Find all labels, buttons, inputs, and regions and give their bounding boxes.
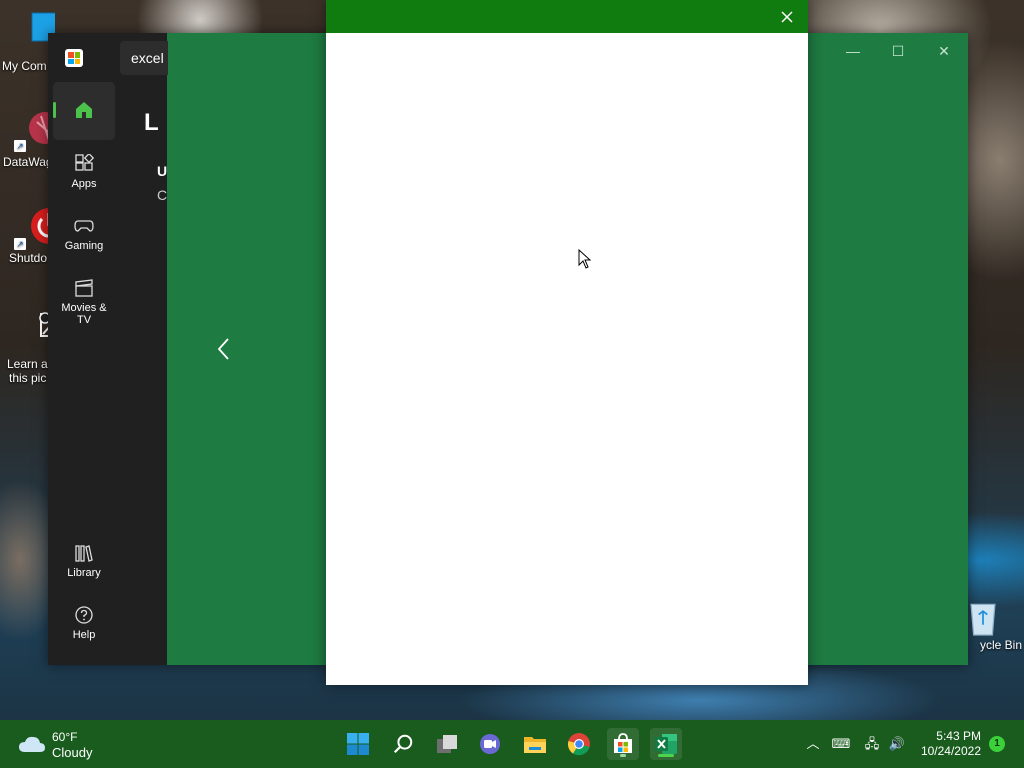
teams-chat-button[interactable] [474, 728, 506, 760]
nav-item-label: Movies & TV [61, 302, 107, 326]
task-view-button[interactable] [431, 728, 463, 760]
nav-item-label: Library [67, 567, 101, 579]
maximize-icon[interactable]: ☐ [888, 41, 908, 61]
ms-store-icon [614, 733, 632, 753]
clapperboard-icon [75, 279, 93, 297]
store-page-title: L [144, 109, 159, 136]
clock-time: 5:43 PM [936, 729, 981, 743]
store-section-heading: U [157, 163, 168, 179]
nav-active-indicator [53, 102, 56, 118]
file-explorer-icon [524, 737, 546, 753]
notification-badge[interactable]: 1 [989, 736, 1005, 752]
store-search-input[interactable]: excel [120, 41, 168, 75]
ms-store-logo-icon [65, 49, 83, 67]
volume-icon[interactable]: 🔊 [887, 734, 907, 754]
search-icon [393, 734, 413, 754]
shortcut-arrow-icon: ↗ [14, 140, 26, 152]
desktop-icon-label: ycle Bin [979, 638, 1022, 652]
dialog-titlebar [326, 0, 808, 33]
chevron-left-icon[interactable] [214, 335, 234, 363]
nav-item-label: Apps [71, 178, 97, 190]
start-icon [347, 733, 369, 755]
taskbar-clock[interactable]: 5:43 PM 10/24/2022 [911, 729, 981, 759]
file-explorer-button[interactable] [519, 728, 551, 760]
install-dialog [326, 0, 808, 685]
desktop-icon-recycle-bin[interactable]: ycle Bin [958, 598, 1022, 652]
nav-item-label: Help [72, 629, 96, 641]
nav-item-gaming[interactable]: Gaming [53, 206, 115, 264]
gamepad-icon [74, 220, 94, 232]
store-section-text: C [157, 187, 168, 203]
shortcut-arrow-icon: ↗ [14, 238, 26, 250]
chrome-icon [567, 733, 590, 756]
network-icon[interactable]: 🖧 [862, 734, 882, 754]
nav-item-label: Gaming [64, 240, 104, 252]
mouse-cursor-icon [578, 249, 592, 269]
nav-item-library[interactable]: Library [53, 533, 115, 591]
help-icon [75, 606, 93, 624]
task-view-icon [437, 735, 457, 753]
library-icon [75, 545, 93, 562]
weather-condition: Cloudy [52, 745, 93, 760]
taskbar: 60°F Cloudy ︿ ⌨ 🖧 🔊 5:43 PM 10/24/2022 1 [0, 720, 1024, 768]
clock-date: 10/24/2022 [920, 744, 981, 758]
chrome-button[interactable] [563, 728, 595, 760]
apps-icon [75, 154, 94, 171]
dialog-body [326, 33, 808, 685]
minimize-icon[interactable]: — [843, 41, 863, 61]
home-icon [76, 102, 92, 118]
store-sidebar: excel Apps Gaming Movies & TV Library He… [48, 33, 168, 665]
nav-item-help[interactable]: Help [53, 595, 115, 653]
teams-chat-icon [480, 734, 500, 754]
cloud-icon [19, 736, 45, 752]
nav-item-apps[interactable]: Apps [53, 144, 115, 202]
chevron-up-icon[interactable]: ︿ [803, 734, 823, 754]
nav-item-home[interactable] [53, 82, 115, 140]
keyboard-icon[interactable]: ⌨ [831, 734, 851, 754]
weather-temperature: 60°F [52, 730, 78, 744]
ms-store-taskbar-button[interactable] [607, 728, 639, 760]
excel-icon [655, 734, 677, 754]
window-close-icon[interactable]: ✕ [934, 41, 954, 61]
close-icon[interactable] [776, 6, 798, 28]
running-indicator [620, 754, 626, 757]
excel-taskbar-button[interactable] [650, 728, 682, 760]
active-indicator [658, 754, 674, 757]
start-button[interactable] [342, 728, 374, 760]
recycle-bin-icon [970, 603, 996, 636]
nav-item-movies-tv[interactable]: Movies & TV [53, 268, 115, 326]
taskbar-search-button[interactable] [387, 728, 419, 760]
